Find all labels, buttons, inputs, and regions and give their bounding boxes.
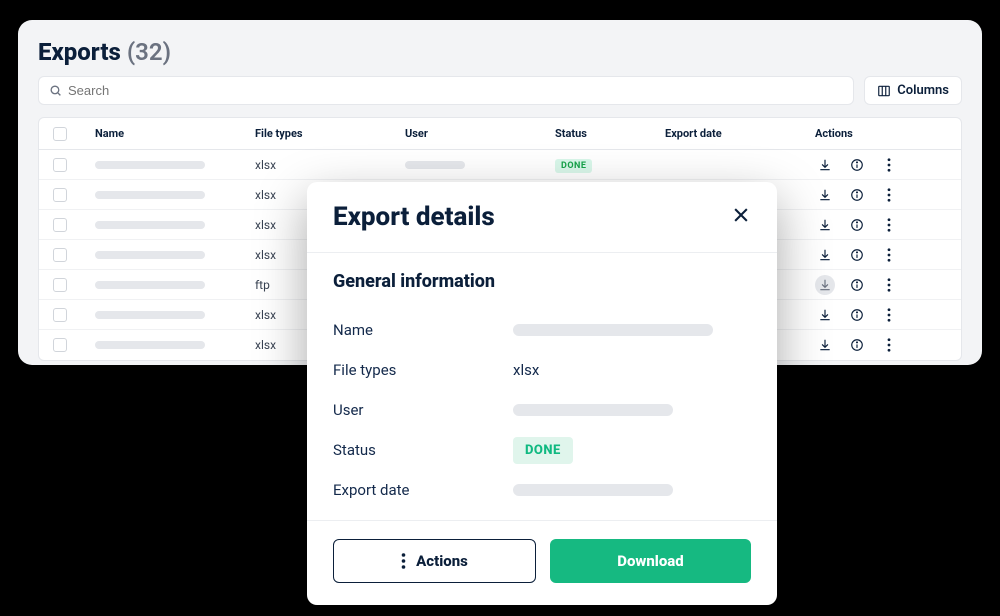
- col-actions: Actions: [815, 127, 951, 140]
- more-icon: [401, 553, 406, 569]
- status-badge: DONE: [513, 437, 573, 464]
- col-file-types[interactable]: File types: [255, 127, 405, 140]
- col-name[interactable]: Name: [95, 127, 255, 140]
- name-value-placeholder: [513, 324, 713, 336]
- title-text: Exports: [38, 38, 121, 66]
- download-icon[interactable]: [815, 185, 835, 205]
- table-header-row: Name File types User Status Export date …: [39, 118, 961, 150]
- title-count: (32): [127, 38, 171, 66]
- field-name: Name: [333, 310, 751, 350]
- info-icon[interactable]: [847, 275, 867, 295]
- section-title: General information: [333, 271, 751, 292]
- actions-button[interactable]: Actions: [333, 539, 536, 583]
- panel-header: Exports (32): [18, 20, 982, 76]
- name-placeholder: [95, 281, 205, 289]
- col-user[interactable]: User: [405, 127, 555, 140]
- info-icon[interactable]: [847, 335, 867, 355]
- more-icon[interactable]: [879, 275, 899, 295]
- field-label: Name: [333, 321, 513, 339]
- toolbar: Columns: [18, 76, 982, 117]
- col-status[interactable]: Status: [555, 127, 665, 140]
- row-checkbox[interactable]: [53, 308, 67, 322]
- field-label: Export date: [333, 481, 513, 499]
- more-icon[interactable]: [879, 185, 899, 205]
- download-icon[interactable]: [815, 335, 835, 355]
- more-icon[interactable]: [879, 335, 899, 355]
- more-icon[interactable]: [879, 245, 899, 265]
- row-checkbox[interactable]: [53, 218, 67, 232]
- row-checkbox[interactable]: [53, 278, 67, 292]
- columns-icon: [877, 84, 891, 98]
- field-label: Status: [333, 441, 513, 459]
- select-all-checkbox[interactable]: [53, 127, 67, 141]
- info-icon[interactable]: [847, 185, 867, 205]
- row-checkbox[interactable]: [53, 338, 67, 352]
- export-details-modal: Export details General information Name …: [307, 182, 777, 605]
- modal-title: Export details: [333, 202, 495, 232]
- user-value-placeholder: [513, 404, 673, 416]
- field-label: File types: [333, 361, 513, 379]
- row-checkbox[interactable]: [53, 158, 67, 172]
- download-icon[interactable]: [815, 245, 835, 265]
- download-icon[interactable]: [815, 215, 835, 235]
- name-placeholder: [95, 251, 205, 259]
- info-icon[interactable]: [847, 215, 867, 235]
- info-icon[interactable]: [847, 245, 867, 265]
- download-icon[interactable]: [815, 305, 835, 325]
- table-row[interactable]: xlsx DONE: [39, 150, 961, 180]
- status-badge: DONE: [555, 159, 592, 173]
- field-file-types: File types xlsx: [333, 350, 751, 390]
- col-export-date[interactable]: Export date: [665, 127, 815, 140]
- field-label: User: [333, 401, 513, 419]
- more-icon[interactable]: [879, 305, 899, 325]
- more-icon[interactable]: [879, 155, 899, 175]
- field-user: User: [333, 390, 751, 430]
- more-icon[interactable]: [879, 215, 899, 235]
- close-button[interactable]: [731, 205, 751, 229]
- row-checkbox[interactable]: [53, 248, 67, 262]
- field-export-date: Export date: [333, 470, 751, 510]
- export-date-value-placeholder: [513, 484, 673, 496]
- modal-header: Export details: [307, 182, 777, 253]
- columns-button[interactable]: Columns: [864, 76, 962, 105]
- modal-body: General information Name File types xlsx…: [307, 253, 777, 520]
- name-placeholder: [95, 311, 205, 319]
- download-icon[interactable]: [815, 155, 835, 175]
- close-icon: [731, 205, 751, 225]
- cell-file-types: xlsx: [255, 158, 405, 172]
- download-icon[interactable]: [815, 275, 835, 295]
- name-placeholder: [95, 161, 205, 169]
- actions-button-label: Actions: [416, 552, 468, 570]
- file-types-value: xlsx: [513, 361, 751, 379]
- user-placeholder: [405, 161, 465, 169]
- row-checkbox[interactable]: [53, 188, 67, 202]
- page-title: Exports (32): [38, 38, 962, 66]
- field-status: Status DONE: [333, 430, 751, 470]
- modal-footer: Actions Download: [307, 520, 777, 605]
- name-placeholder: [95, 341, 205, 349]
- info-icon[interactable]: [847, 155, 867, 175]
- info-icon[interactable]: [847, 305, 867, 325]
- download-button-label: Download: [617, 552, 684, 570]
- search-icon: [49, 84, 62, 97]
- download-button[interactable]: Download: [550, 539, 751, 583]
- search-box[interactable]: [38, 76, 854, 105]
- name-placeholder: [95, 191, 205, 199]
- name-placeholder: [95, 221, 205, 229]
- columns-button-label: Columns: [897, 83, 949, 98]
- search-input[interactable]: [68, 83, 843, 98]
